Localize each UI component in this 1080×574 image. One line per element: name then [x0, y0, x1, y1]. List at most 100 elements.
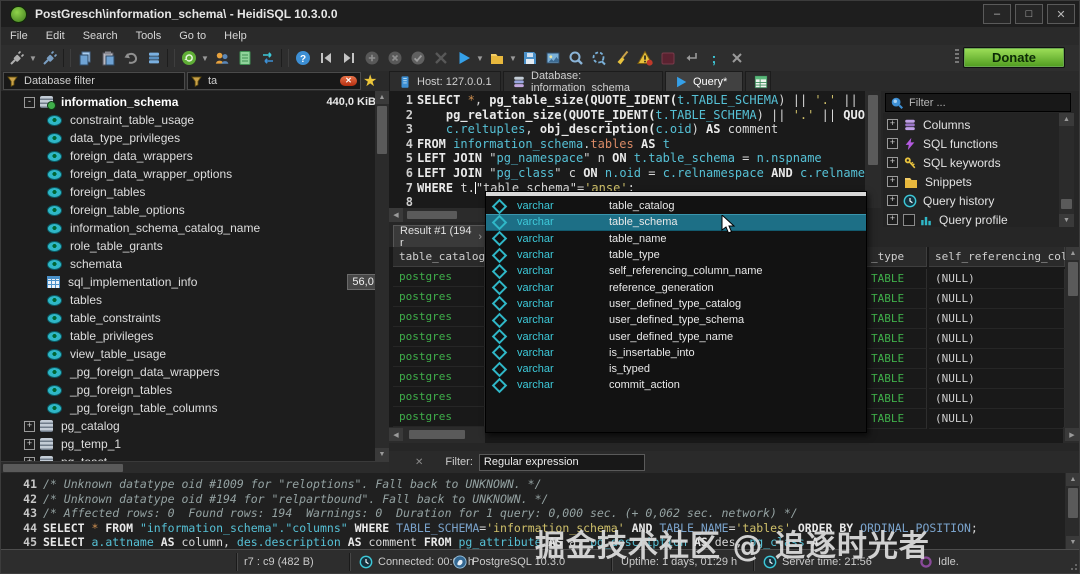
donate-button[interactable]: Donate	[963, 47, 1065, 68]
grid-cell[interactable]: postgres	[393, 267, 485, 287]
scroll-up-icon[interactable]: ▲	[1066, 473, 1080, 486]
tree-item-constraint-table-usage[interactable]: constraint_table_usage	[1, 111, 375, 129]
greenfile-icon[interactable]	[233, 47, 256, 69]
autocomplete-item-table-type[interactable]: varchartable_type	[486, 247, 866, 263]
tree-item-tables[interactable]: tables	[1, 291, 375, 309]
expand-icon[interactable]: +	[887, 176, 898, 187]
semicolon-icon[interactable]: ;	[702, 47, 725, 69]
grid-cell-table-type[interactable]: TABLE	[865, 389, 927, 409]
prev-icon[interactable]	[314, 47, 337, 69]
scroll-up-icon[interactable]: ▲	[1066, 247, 1080, 260]
server-icon[interactable]	[142, 47, 165, 69]
tree-item-information-schema[interactable]: -information_schema440,0 KiB	[1, 93, 375, 111]
maximize-button[interactable]: □	[1015, 4, 1043, 24]
helper-tree[interactable]: +Columns+SQL functions+SQL keywords+Snip…	[883, 113, 1059, 227]
redsq-icon[interactable]	[656, 47, 679, 69]
tree-item-schemata[interactable]: schemata	[1, 255, 375, 273]
autocomplete-item-is-insertable-into[interactable]: varcharis_insertable_into	[486, 345, 866, 361]
autocomplete-item-user-defined-type-name[interactable]: varcharuser_defined_type_name	[486, 328, 866, 344]
database-object-tree[interactable]: -information_schema440,0 KiBconstraint_t…	[1, 91, 375, 461]
image-icon[interactable]	[541, 47, 564, 69]
clear-filter-icon[interactable]: ✕	[340, 76, 357, 86]
helper-item-columns[interactable]: +Columns	[883, 115, 1059, 134]
grid-cell-table-type[interactable]: TABLE	[865, 269, 927, 289]
tab-host-127-0-0-1[interactable]: Host: 127.0.0.1	[389, 71, 501, 91]
grid-cell-null[interactable]: (NULL)	[929, 409, 1065, 429]
grid-vertical-scrollbar[interactable]: ▲ ▼	[1065, 247, 1080, 443]
helper-item-snippets[interactable]: +Snippets	[883, 172, 1059, 191]
broom-icon[interactable]	[610, 47, 633, 69]
expand-icon[interactable]: +	[887, 195, 898, 206]
tree-item-pg-temp-1[interactable]: +pg_temp_1	[1, 435, 375, 453]
autocomplete-item-user-defined-type-schema[interactable]: varcharuser_defined_type_schema	[486, 312, 866, 328]
menu-item-search[interactable]: Search	[74, 29, 127, 43]
tree-item-pg-foreign-table-columns[interactable]: _pg_foreign_table_columns	[1, 399, 375, 417]
closex-icon[interactable]	[725, 47, 748, 69]
next-icon[interactable]	[337, 47, 360, 69]
grid-cell-table-type[interactable]: TABLE	[865, 349, 927, 369]
grid-cell[interactable]: postgres	[393, 347, 485, 367]
refresh-icon[interactable]	[177, 47, 200, 69]
collapse-icon[interactable]: -	[24, 97, 35, 108]
grid-cell-null[interactable]: (NULL)	[929, 289, 1065, 309]
menu-item-help[interactable]: Help	[215, 29, 256, 43]
menu-item-go-to[interactable]: Go to	[170, 29, 215, 43]
tree-item-foreign-data-wrappers[interactable]: foreign_data_wrappers	[1, 147, 375, 165]
close-button[interactable]: ✕	[1047, 4, 1075, 24]
tree-item-foreign-data-wrapper-options[interactable]: foreign_data_wrapper_options	[1, 165, 375, 183]
grid-cell-table-type[interactable]: TABLE	[865, 289, 927, 309]
helper-item-sql-keywords[interactable]: +SQL keywords	[883, 153, 1059, 172]
minimize-button[interactable]: –	[983, 4, 1011, 24]
replace-icon[interactable]	[587, 47, 610, 69]
scroll-left-icon[interactable]: ◀	[389, 208, 403, 222]
column-header-type[interactable]: _type	[865, 247, 927, 267]
autocomplete-item-table-catalog[interactable]: varchartable_catalog	[486, 198, 866, 214]
autocomplete-item-commit-action[interactable]: varcharcommit_action	[486, 377, 866, 393]
grid-scroll-right-button[interactable]: ▶	[1063, 427, 1080, 443]
users-icon[interactable]	[210, 47, 233, 69]
grid-cell-table-type[interactable]: TABLE	[865, 309, 927, 329]
grid-cell-null[interactable]: (NULL)	[929, 349, 1065, 369]
tree-item-table-privileges[interactable]: table_privileges	[1, 327, 375, 345]
folder-icon[interactable]	[485, 47, 508, 69]
autocomplete-item-table-name[interactable]: varchartable_name	[486, 231, 866, 247]
scroll-down-icon[interactable]: ▼	[1059, 214, 1074, 227]
table-filter-input[interactable]: ta ✕	[187, 72, 361, 90]
dropdown-caret-icon[interactable]: ▼	[508, 47, 518, 69]
plug2-icon[interactable]	[38, 47, 61, 69]
wrap-icon[interactable]	[679, 47, 702, 69]
expand-icon[interactable]: +	[24, 421, 35, 432]
plug-icon[interactable]	[5, 47, 28, 69]
dropdown-caret-icon[interactable]: ▼	[28, 47, 38, 69]
grid-cell[interactable]: postgres	[393, 327, 485, 347]
tree-item-sql-implementation-info[interactable]: sql_implementation_info56,0 KiB	[1, 273, 375, 291]
tab-database-information-schema[interactable]: Database: information_schema	[503, 71, 663, 91]
expand-icon[interactable]: +	[887, 138, 898, 149]
checkdim-icon[interactable]	[406, 47, 429, 69]
plusdim-icon[interactable]	[360, 47, 383, 69]
autocomplete-dropdown[interactable]: varchartable_catalogvarchartable_schemav…	[485, 191, 867, 433]
close-filter-icon[interactable]: ✕	[415, 457, 423, 468]
tree-item-foreign-tables[interactable]: foreign_tables	[1, 183, 375, 201]
autocomplete-item-table-schema[interactable]: varchartable_schema	[486, 214, 866, 230]
tab-query-helper[interactable]	[745, 71, 771, 91]
tree-item-pg-foreign-data-wrappers[interactable]: _pg_foreign_data_wrappers	[1, 363, 375, 381]
grid-cell[interactable]: postgres	[393, 307, 485, 327]
grid-cell-table-type[interactable]: TABLE	[865, 369, 927, 389]
scroll-down-icon[interactable]: ▼	[375, 448, 389, 461]
paste-icon[interactable]	[96, 47, 119, 69]
database-filter-input[interactable]: Database filter	[3, 72, 185, 90]
helper-scrollbar[interactable]: ▲ ▼	[1059, 113, 1074, 227]
tree-item-pg-toast[interactable]: +pg_toast	[1, 453, 375, 461]
scroll-right-icon[interactable]: ▶	[1065, 428, 1079, 441]
autocomplete-item-is-typed[interactable]: varcharis_typed	[486, 361, 866, 377]
tree-vertical-scrollbar[interactable]: ▲ ▼	[375, 91, 389, 461]
helper-item-query-history[interactable]: +Query history	[883, 191, 1059, 210]
expand-icon[interactable]: +	[887, 157, 898, 168]
grid-horizontal-scrollbar[interactable]: ◀	[389, 427, 485, 443]
copy-icon[interactable]	[73, 47, 96, 69]
editor-horizontal-scrollbar[interactable]: ◀	[389, 208, 485, 222]
dropdown-top-scrollbar[interactable]	[486, 192, 866, 196]
editor-vertical-scrollbar[interactable]	[865, 91, 881, 208]
menu-item-edit[interactable]: Edit	[37, 29, 74, 43]
